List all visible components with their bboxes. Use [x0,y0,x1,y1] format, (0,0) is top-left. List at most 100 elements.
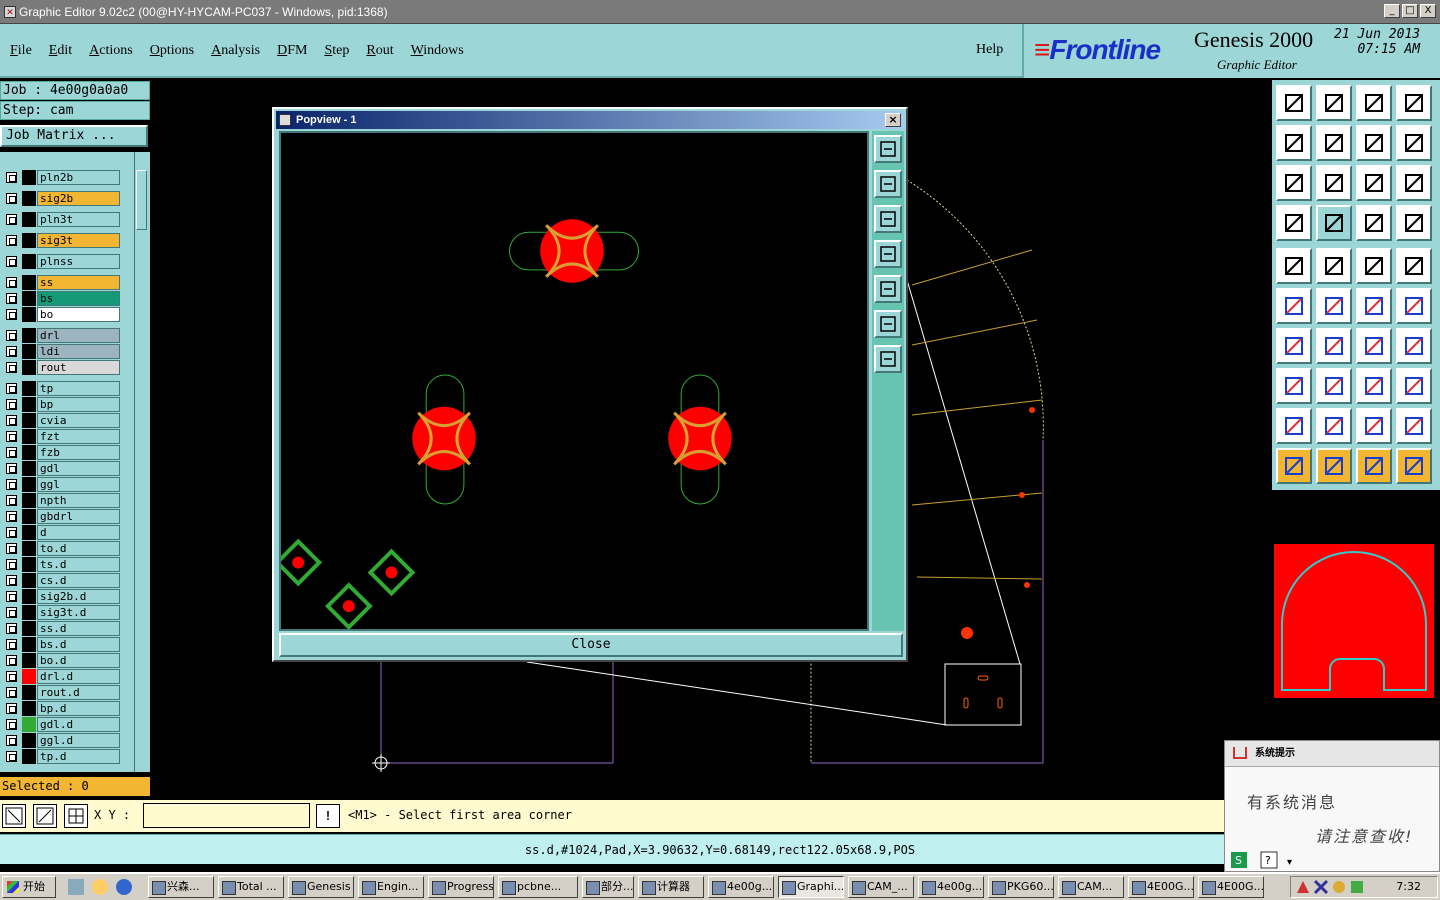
layer-checkbox[interactable] [6,543,17,554]
menu-rout[interactable]: Rout [366,43,393,59]
layer-row[interactable]: tp [2,381,120,396]
layer-row[interactable]: ts.d [2,557,120,572]
quicklaunch-clock-icon[interactable] [92,879,108,895]
layer-color-swatch[interactable] [22,557,36,572]
close-window-button[interactable]: X [1420,4,1436,18]
menu-options[interactable]: Options [150,43,194,59]
layer-row[interactable]: sig3t [2,233,120,248]
parallel-button[interactable] [1396,328,1432,364]
layer-checkbox[interactable] [6,293,17,304]
taskbar-task[interactable]: 4E00G... [1198,876,1264,898]
scale-button[interactable] [1356,165,1392,201]
layer-checkbox[interactable] [6,527,17,538]
layer-checkbox[interactable] [6,309,17,320]
layer-checkbox[interactable] [6,687,17,698]
layer-color-swatch[interactable] [22,477,36,492]
layer-row[interactable]: tp.d [2,749,120,764]
layer-checkbox[interactable] [6,703,17,714]
layer-checkbox[interactable] [6,415,17,426]
board-minimap[interactable] [1274,544,1434,698]
layer-color-swatch[interactable] [22,749,36,764]
layer-checkbox[interactable] [6,751,17,762]
layer-row[interactable]: d [2,525,120,540]
layer-row[interactable]: ss.d [2,621,120,636]
layer-checkbox[interactable] [6,431,17,442]
layer-row[interactable]: sig2b [2,191,120,206]
route-button[interactable] [1396,448,1432,484]
layer-name[interactable]: bs [37,291,120,306]
layer-row[interactable]: cs.d [2,573,120,588]
minus-button[interactable] [1316,368,1352,404]
settings-button[interactable] [1276,205,1312,241]
arc-button[interactable] [1356,328,1392,364]
layer-checkbox[interactable] [6,575,17,586]
layer-row[interactable]: drl.d [2,669,120,684]
layer-checkbox[interactable] [6,235,17,246]
layer-row[interactable]: ss [2,275,120,290]
layer-name[interactable]: sig3t.d [37,605,120,620]
layer-name[interactable]: bo.d [37,653,120,668]
taskbar-task[interactable]: Engin... [358,876,424,898]
layer-row[interactable]: bs [2,291,120,306]
start-button[interactable]: 开始 [2,876,56,898]
layer-color-swatch[interactable] [22,413,36,428]
netlist-compare-button[interactable] [1396,205,1432,241]
layer-color-swatch[interactable] [22,381,36,396]
layer-row[interactable]: bo [2,307,120,322]
ruler-button[interactable] [1356,248,1392,284]
fit-button[interactable] [1276,165,1312,201]
warning-button[interactable]: ! [316,804,340,828]
menu-step[interactable]: Step [324,43,349,59]
layer-name[interactable]: sig2b.d [37,589,120,604]
layer-row[interactable]: gdl.d [2,717,120,732]
layout-button[interactable] [1396,85,1432,121]
layer-color-swatch[interactable] [22,254,36,269]
layer-checkbox[interactable] [6,607,17,618]
show-desktop-icon[interactable] [68,879,84,895]
layer-color-swatch[interactable] [22,233,36,248]
taskbar-task[interactable]: 计算器 [638,876,704,898]
layer-color-swatch[interactable] [22,328,36,343]
mirror-button[interactable] [1356,125,1392,161]
layer-row[interactable]: gdl [2,461,120,476]
arch-button[interactable] [1356,408,1392,444]
layer-name[interactable]: gdl [37,461,120,476]
measure-button[interactable] [33,804,57,828]
menu-file[interactable]: File [10,43,32,59]
layer-name[interactable]: gdl.d [37,717,120,732]
layer-name[interactable]: sig2b [37,191,120,206]
layer-name[interactable]: fzb [37,445,120,460]
layer-row[interactable]: bp [2,397,120,412]
layer-row[interactable]: plnss [2,254,120,269]
layer-checkbox[interactable] [6,447,17,458]
taskbar-task[interactable]: 4e00g... [918,876,984,898]
layer-name[interactable]: ts.d [37,557,120,572]
layer-name[interactable]: ss.d [37,621,120,636]
pop-layer-button[interactable] [874,135,902,163]
pop-zoom-button[interactable] [874,345,902,373]
help-button[interactable] [1396,165,1432,201]
layer-scrollbar[interactable] [134,152,148,772]
layer-checkbox[interactable] [6,399,17,410]
zoom-right-button[interactable] [1316,125,1352,161]
open-job-button[interactable] [1276,85,1312,121]
layer-name[interactable]: rout [37,360,120,375]
layer-row[interactable]: to.d [2,541,120,556]
pop-right-button[interactable] [874,275,902,303]
netlist-button[interactable] [1356,205,1392,241]
pop-down-button[interactable] [874,205,902,233]
grid-toggle-button[interactable] [1316,205,1352,241]
select-pad-button[interactable] [1276,368,1312,404]
grid-button[interactable] [64,804,88,828]
layer-checkbox[interactable] [6,172,17,183]
layer-row[interactable]: gbdrl [2,509,120,524]
layer-checkbox[interactable] [6,639,17,650]
layer-checkbox[interactable] [6,479,17,490]
layer-color-swatch[interactable] [22,461,36,476]
layer-color-swatch[interactable] [22,605,36,620]
layer-name[interactable]: npth [37,493,120,508]
layer-checkbox[interactable] [6,193,17,204]
layer-row[interactable]: pln2b [2,170,120,185]
pop-up-button[interactable] [874,170,902,198]
layer-color-swatch[interactable] [22,637,36,652]
